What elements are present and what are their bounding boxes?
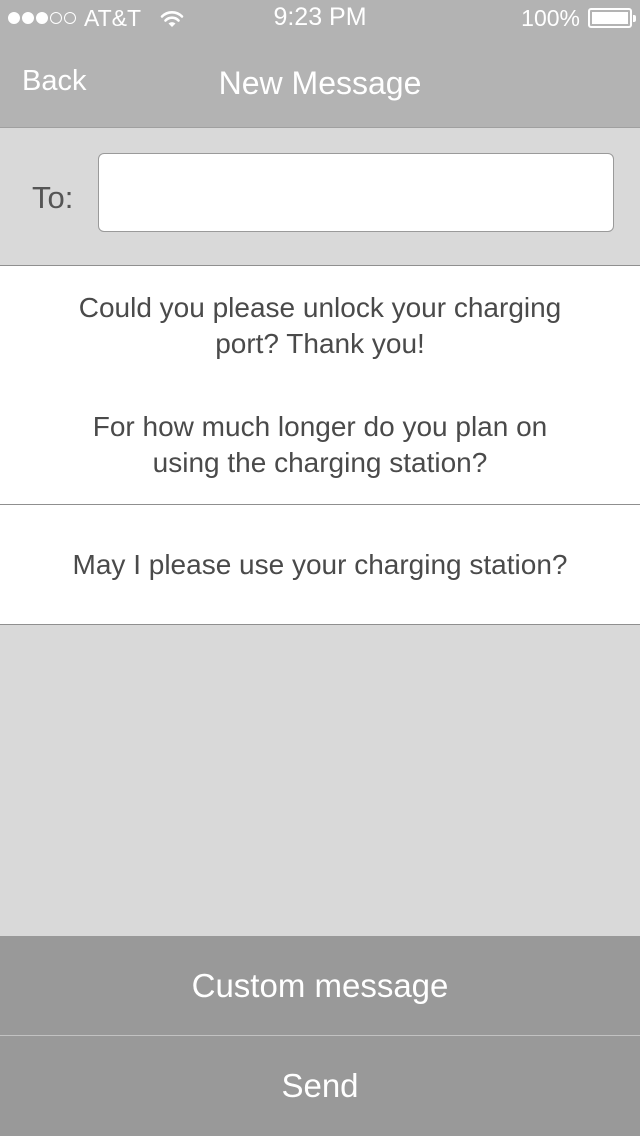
- recipient-label: To:: [32, 180, 74, 215]
- page-title: New Message: [218, 65, 422, 101]
- message-option-use-station[interactable]: May I please use your charging station?: [0, 505, 640, 625]
- message-text: Could you please unlock your charging po…: [79, 290, 562, 362]
- battery-percent: 100%: [521, 4, 580, 31]
- message-line: port? Thank you!: [215, 327, 425, 359]
- recipient-input[interactable]: [98, 153, 614, 232]
- navigation-bar: Back New Message: [0, 36, 640, 128]
- message-option-how-long[interactable]: For how much longer do you plan on using…: [0, 385, 640, 505]
- status-bar: AT&T 9:23 PM 100%: [0, 0, 640, 36]
- message-line: May I please use your charging station?: [72, 548, 568, 580]
- message-line: For how much longer do you plan on: [92, 410, 548, 442]
- message-line: using the charging station?: [152, 446, 488, 478]
- message-option-unlock-port[interactable]: Could you please unlock your charging po…: [0, 266, 640, 386]
- battery-level-fill: [592, 12, 628, 24]
- custom-message-button[interactable]: Custom message: [0, 936, 640, 1036]
- battery-nub: [633, 15, 636, 22]
- battery-icon: [588, 8, 636, 28]
- message-line: Could you please unlock your charging: [78, 291, 562, 323]
- status-right: 100%: [521, 4, 636, 32]
- new-message-screen: AT&T 9:23 PM 100% Back New Message To: C…: [0, 0, 640, 1136]
- send-button[interactable]: Send: [0, 1036, 640, 1136]
- recipient-row: To:: [0, 128, 640, 266]
- message-text: For how much longer do you plan on using…: [93, 409, 548, 481]
